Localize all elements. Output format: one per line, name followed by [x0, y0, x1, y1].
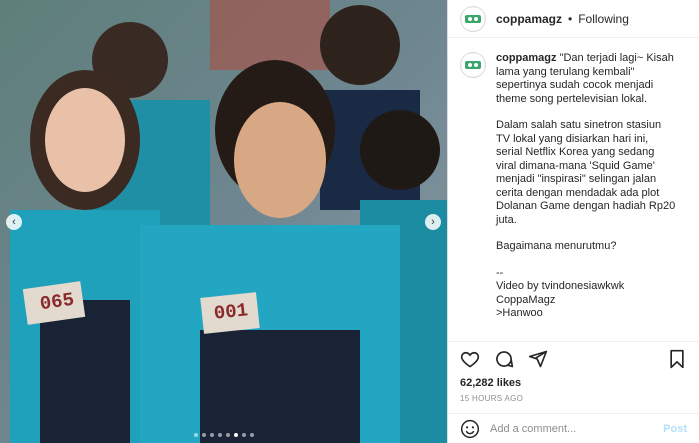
- instagram-post: 065 001 ‹ › coppamagz • Following coppam…: [0, 0, 699, 443]
- avatar-image: [462, 54, 484, 76]
- carousel-prev-button[interactable]: ‹: [6, 214, 22, 230]
- caption-area: coppamagz "Dan terjadi lagi~ Kisah lama …: [448, 38, 699, 341]
- share-icon[interactable]: [528, 349, 548, 369]
- carousel-dot: [217, 433, 222, 437]
- header-separator: •: [568, 11, 573, 26]
- caption-paragraph-2: Dalam salah satu sinetron stasiun TV lok…: [496, 119, 676, 226]
- credits-line: --: [496, 266, 504, 279]
- carousel-dot: [233, 433, 238, 437]
- action-bar: [448, 341, 699, 375]
- heart-icon[interactable]: [460, 349, 480, 369]
- caption-credits: -- Video by tvindonesiawkwk CoppaMagz >H…: [496, 267, 676, 321]
- carousel-dot: [241, 433, 246, 437]
- like-count[interactable]: 62,282 likes: [448, 375, 699, 391]
- post-comment-button[interactable]: Post: [663, 423, 687, 435]
- video-frame: [0, 0, 447, 443]
- carousel-indicator: [193, 433, 254, 437]
- carousel-dot: [201, 433, 206, 437]
- credits-line: >Hanwoo: [496, 307, 543, 319]
- carousel-dot: [249, 433, 254, 437]
- avatar[interactable]: [460, 5, 486, 32]
- caption-avatar[interactable]: [460, 52, 486, 78]
- carousel-dot: [193, 433, 198, 437]
- credits-line: CoppaMagz: [496, 293, 556, 306]
- comment-input[interactable]: Add a comment...: [490, 423, 663, 435]
- caption-paragraph-3: Bagaimana menurutmu?: [496, 240, 617, 252]
- post-media[interactable]: 065 001 ‹ ›: [0, 0, 447, 443]
- carousel-next-button[interactable]: ›: [425, 214, 441, 230]
- follow-button[interactable]: Following: [578, 12, 629, 26]
- caption-text: coppamagz "Dan terjadi lagi~ Kisah lama …: [496, 52, 676, 321]
- post-sidebar: coppamagz • Following coppamagz "Dan ter…: [447, 0, 699, 443]
- post-header: coppamagz • Following: [448, 0, 699, 38]
- emoji-icon[interactable]: [460, 419, 480, 439]
- chevron-right-icon: ›: [431, 216, 435, 228]
- number-badge-center: 001: [212, 299, 250, 325]
- caption-username[interactable]: coppamagz: [496, 52, 557, 64]
- bookmark-icon[interactable]: [667, 349, 687, 369]
- credits-line: Video by tvindonesiawkwk: [496, 280, 625, 292]
- carousel-dot: [225, 433, 230, 437]
- comment-bar: Add a comment... Post: [448, 413, 699, 443]
- comment-icon[interactable]: [494, 349, 514, 369]
- chevron-left-icon: ‹: [12, 216, 16, 228]
- carousel-dot: [209, 433, 214, 437]
- header-username[interactable]: coppamagz: [496, 12, 562, 26]
- post-timestamp[interactable]: 15 HOURS AGO: [448, 391, 699, 413]
- avatar-image: [462, 7, 484, 30]
